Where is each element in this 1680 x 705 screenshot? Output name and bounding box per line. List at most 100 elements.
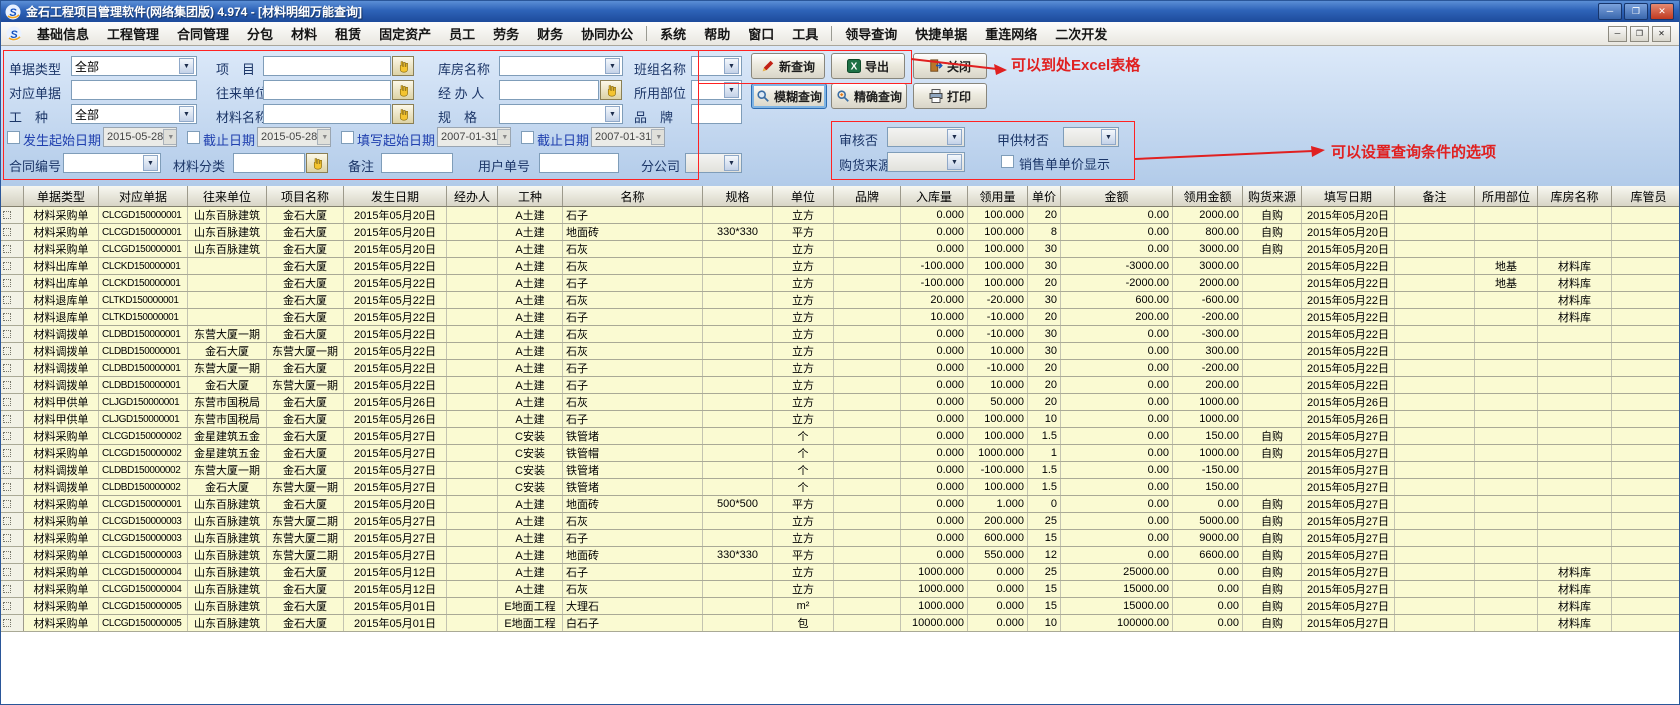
close-query-button[interactable]: 关闭 (913, 53, 987, 79)
column-header[interactable]: 库管员 (1612, 186, 1680, 207)
exact-query-button[interactable]: 精确查询 (831, 83, 907, 109)
contract-select[interactable]: ▼ (63, 153, 161, 173)
column-header[interactable]: 单价 (1028, 186, 1061, 207)
table-row[interactable]: 材料退库单CLTKD150000001金石大厦2015年05月22日A土建石子立… (1, 309, 1680, 326)
row-selector[interactable] (1, 360, 24, 377)
table-row[interactable]: 材料采购单CLCGD150000005山东百脉建筑金石大厦2015年05月01日… (1, 615, 1680, 632)
restore-button[interactable]: ❐ (1624, 3, 1648, 20)
row-selector[interactable] (1, 513, 24, 530)
column-header[interactable]: 项目名称 (267, 186, 344, 207)
table-row[interactable]: 材料采购单CLCGD150000003山东百脉建筑东营大厦二期2015年05月2… (1, 547, 1680, 564)
chevron-down-icon[interactable]: ▼ (179, 58, 194, 74)
table-row[interactable]: 材料采购单CLCGD150000001山东百脉建筑金石大厦2015年05月20日… (1, 496, 1680, 513)
table-row[interactable]: 材料甲供单CLJGD150000001东营市国税局金石大厦2015年05月26日… (1, 411, 1680, 428)
mdi-close-icon[interactable]: ✕ (1652, 26, 1671, 42)
row-selector[interactable] (1, 411, 24, 428)
row-selector[interactable] (1, 598, 24, 615)
start-date-checkbox[interactable] (7, 131, 20, 144)
chevron-down-icon[interactable]: ▼ (947, 154, 962, 170)
spec-select[interactable]: ▼ (499, 104, 623, 124)
menu-item[interactable]: 财务 (528, 24, 572, 43)
warehouse-select[interactable]: ▼ (499, 56, 623, 76)
menu-item[interactable]: 二次开发 (1046, 24, 1116, 43)
menu-item[interactable]: 分包 (238, 24, 282, 43)
material-picker-button[interactable] (392, 104, 414, 124)
purchase-source-select[interactable]: ▼ (887, 152, 965, 172)
project-picker-button[interactable] (392, 56, 414, 76)
column-header[interactable]: 往来单位 (188, 186, 267, 207)
row-selector[interactable] (1, 275, 24, 292)
table-row[interactable]: 材料调拨单CLDBD150000001金石大厦东营大厦一期2015年05月22日… (1, 343, 1680, 360)
column-header[interactable]: 入库量 (901, 186, 968, 207)
row-selector[interactable] (1, 394, 24, 411)
chevron-down-icon[interactable]: ▼ (724, 155, 739, 171)
handler-picker-button[interactable] (600, 80, 622, 100)
position-select[interactable]: ▼ (691, 80, 742, 100)
row-selector[interactable] (1, 377, 24, 394)
minimize-button[interactable]: ─ (1598, 3, 1622, 20)
column-header[interactable]: 购货来源 (1243, 186, 1302, 207)
brand-input[interactable] (691, 104, 742, 124)
table-row[interactable]: 材料甲供单CLJGD150000001东营市国税局金石大厦2015年05月26日… (1, 394, 1680, 411)
row-selector[interactable] (1, 326, 24, 343)
menu-item[interactable]: 工程管理 (98, 24, 168, 43)
ref-doc-input[interactable] (71, 80, 197, 100)
start-date-field[interactable]: 2015-05-28 ▼ (103, 127, 177, 147)
fill-start-checkbox[interactable] (341, 131, 354, 144)
column-header[interactable]: 库房名称 (1538, 186, 1612, 207)
export-button[interactable]: X 导出 (831, 53, 905, 79)
chevron-down-icon[interactable]: ▼ (651, 129, 665, 145)
table-row[interactable]: 材料调拨单CLDBD150000002东营大厦一期金石大厦2015年05月27日… (1, 462, 1680, 479)
column-header[interactable]: 所用部位 (1475, 186, 1538, 207)
category-input[interactable] (233, 153, 305, 173)
column-header[interactable]: 单据类型 (24, 186, 99, 207)
chevron-down-icon[interactable]: ▼ (143, 155, 158, 171)
chevron-down-icon[interactable]: ▼ (1101, 129, 1116, 145)
menu-item[interactable]: 租赁 (326, 24, 370, 43)
new-query-button[interactable]: 新查询 (751, 53, 825, 79)
row-selector[interactable] (1, 564, 24, 581)
row-selector[interactable] (1, 496, 24, 513)
end-date-field[interactable]: 2015-05-28 ▼ (257, 127, 331, 147)
row-selector[interactable] (1, 462, 24, 479)
menu-item[interactable]: 员工 (440, 24, 484, 43)
menu-item[interactable]: 材料 (282, 24, 326, 43)
table-row[interactable]: 材料采购单CLCGD150000003山东百脉建筑东营大厦二期2015年05月2… (1, 513, 1680, 530)
work-type-select[interactable]: 全部 ▼ (71, 104, 197, 124)
doc-type-select[interactable]: 全部 ▼ (71, 56, 197, 76)
row-selector[interactable] (1, 224, 24, 241)
row-selector[interactable] (1, 241, 24, 258)
table-row[interactable]: 材料采购单CLCGD150000001山东百脉建筑金石大厦2015年05月20日… (1, 207, 1680, 224)
table-row[interactable]: 材料调拨单CLDBD150000001东营大厦一期金石大厦2015年05月22日… (1, 360, 1680, 377)
menu-item[interactable]: 领导查询 (836, 24, 906, 43)
menu-item[interactable]: 工具 (783, 24, 827, 43)
column-header[interactable]: 品牌 (834, 186, 901, 207)
menu-item[interactable]: 协同办公 (572, 24, 642, 43)
table-row[interactable]: 材料采购单CLCGD150000001山东百脉建筑金石大厦2015年05月20日… (1, 241, 1680, 258)
table-row[interactable]: 材料采购单CLCGD150000005山东百脉建筑金石大厦2015年05月01日… (1, 598, 1680, 615)
row-selector[interactable] (1, 292, 24, 309)
sales-price-checkbox[interactable] (1001, 155, 1014, 168)
chevron-down-icon[interactable]: ▼ (497, 129, 511, 145)
table-row[interactable]: 材料出库单CLCKD150000001金石大厦2015年05月22日A土建石子立… (1, 275, 1680, 292)
fill-end-checkbox[interactable] (521, 131, 534, 144)
team-select[interactable]: ▼ (691, 56, 742, 76)
row-selector[interactable] (1, 581, 24, 598)
branch-select[interactable]: ▼ (685, 153, 742, 173)
menu-item[interactable]: 合同管理 (168, 24, 238, 43)
column-header[interactable]: 领用金额 (1173, 186, 1243, 207)
table-row[interactable]: 材料采购单CLCGD150000002金星建筑五金金石大厦2015年05月27日… (1, 445, 1680, 462)
category-picker-button[interactable] (306, 153, 328, 173)
menu-item[interactable]: 固定资产 (370, 24, 440, 43)
table-row[interactable]: 材料采购单CLCGD150000003山东百脉建筑东营大厦二期2015年05月2… (1, 530, 1680, 547)
menu-item[interactable]: 劳务 (484, 24, 528, 43)
table-row[interactable]: 材料调拨单CLDBD150000002金石大厦东营大厦一期2015年05月27日… (1, 479, 1680, 496)
menu-item[interactable]: 重连网络 (976, 24, 1046, 43)
column-header[interactable]: 经办人 (447, 186, 498, 207)
chevron-down-icon[interactable]: ▼ (605, 58, 620, 74)
chevron-down-icon[interactable]: ▼ (605, 106, 620, 122)
fuzzy-query-button[interactable]: 模糊查询 (751, 83, 827, 109)
chevron-down-icon[interactable]: ▼ (724, 58, 739, 74)
table-row[interactable]: 材料采购单CLCGD150000002金星建筑五金金石大厦2015年05月27日… (1, 428, 1680, 445)
row-selector[interactable] (1, 615, 24, 632)
